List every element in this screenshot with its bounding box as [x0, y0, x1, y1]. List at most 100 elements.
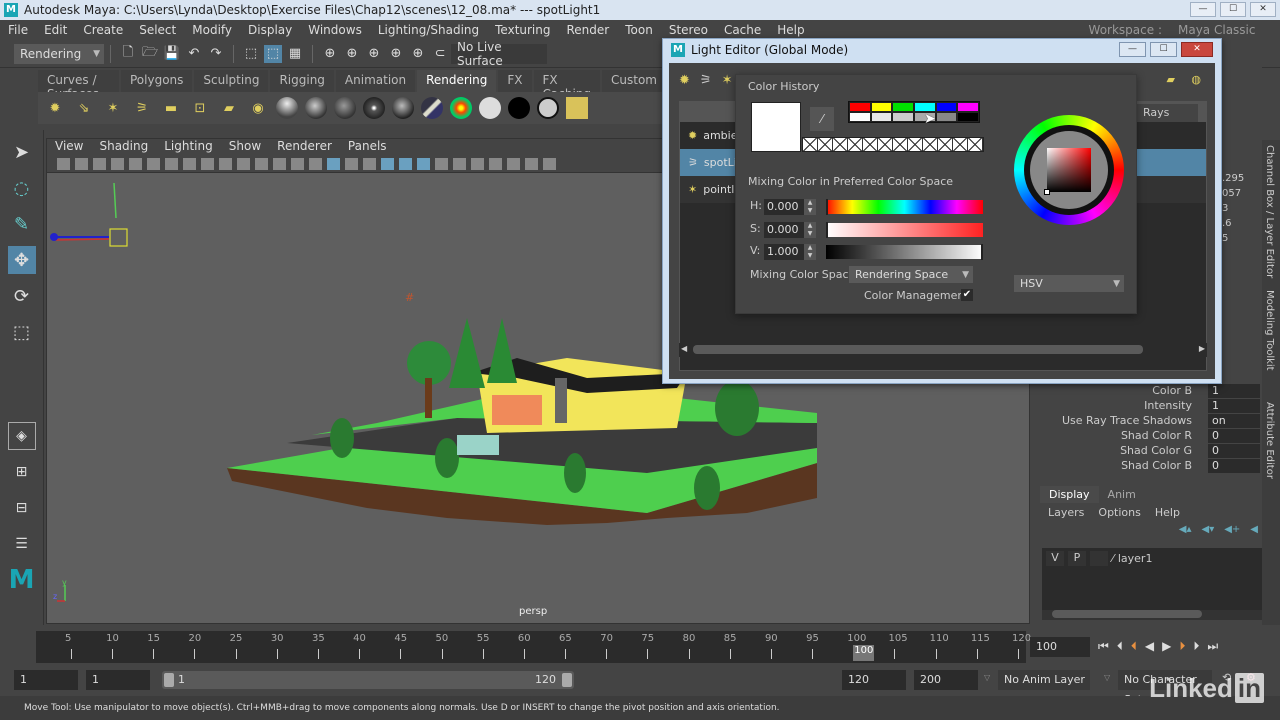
layer-scrollbar[interactable]	[1042, 610, 1262, 620]
single-perspective-layout-icon[interactable]: ◈	[7, 422, 36, 450]
v-spinner[interactable]: ▲ ▼	[804, 244, 816, 260]
v-slider-handle[interactable]	[981, 244, 983, 260]
channel-value[interactable]: 3	[1222, 203, 1262, 218]
time-slider[interactable]: 5 10 15 20 25 30 35 40 45 50 55 60 65 70 75 80 85 90 95 100…	[0, 627, 1280, 667]
light-editor-hscrollbar[interactable]: ◀ ▶	[679, 343, 1207, 357]
move-layer-up-icon[interactable]: ◀▴	[1179, 524, 1192, 535]
film-gate-icon[interactable]	[201, 157, 214, 170]
ambient-light-icon[interactable]: ✹	[46, 99, 64, 117]
phonge-sphere-icon[interactable]	[392, 97, 414, 119]
anim-layer-dropdown[interactable]: No Anim Layer	[998, 670, 1090, 690]
history-color-swatch[interactable]	[957, 112, 979, 122]
field-chart-icon[interactable]	[255, 157, 268, 170]
gate-mask-icon[interactable]	[237, 157, 250, 170]
shading-map-icon[interactable]	[537, 97, 559, 119]
empty-slot[interactable]	[893, 138, 908, 151]
minimize-button[interactable]: —	[1190, 2, 1216, 17]
shadows-icon[interactable]	[399, 157, 412, 170]
directional-light-icon[interactable]: ⇘	[75, 99, 93, 117]
layer-tab-display[interactable]: Display	[1040, 486, 1099, 503]
wireframe-on-shaded-icon[interactable]	[345, 157, 358, 170]
attr-value-color-b[interactable]: 1	[1208, 384, 1260, 398]
history-color-swatch[interactable]	[892, 102, 914, 112]
camera-icon[interactable]	[57, 157, 70, 170]
camera-attributes-icon[interactable]	[93, 157, 106, 170]
channel-value[interactable]: 5	[1222, 233, 1262, 248]
layer-playback-toggle[interactable]: P	[1068, 551, 1086, 566]
phong-sphere-icon[interactable]	[363, 97, 385, 119]
layer-row[interactable]: V P ⁄ layer1	[1042, 548, 1262, 569]
new-scene-icon[interactable]: 🗋	[119, 45, 137, 63]
select-hierarchy-icon[interactable]: ⬚	[242, 45, 260, 63]
shelf-tab-fx-caching[interactable]: FX Caching	[533, 70, 601, 101]
empty-slot[interactable]	[908, 138, 923, 151]
h-field[interactable]: 0.000	[764, 199, 804, 215]
layer-display-type-toggle[interactable]	[1090, 551, 1108, 566]
snap-view-plane-icon[interactable]: ⊕	[387, 45, 405, 63]
layer-visibility-toggle[interactable]: V	[1046, 551, 1064, 566]
vp-menu-panels[interactable]: Panels	[340, 139, 395, 155]
saturation-value-square[interactable]	[1047, 148, 1091, 192]
grid-icon[interactable]	[183, 157, 196, 170]
snap-curve-icon[interactable]: ⊕	[343, 45, 361, 63]
light-editor-maximize-button[interactable]: ☐	[1150, 42, 1177, 57]
blinn-sphere-icon[interactable]	[305, 97, 327, 119]
mixing-space-dropdown[interactable]: Rendering Space ▼	[849, 266, 973, 283]
empty-slot[interactable]	[863, 138, 878, 151]
h-slider-handle[interactable]	[826, 199, 828, 215]
light-editor-close-button[interactable]: ✕	[1181, 42, 1213, 57]
2d-pan-zoom-icon[interactable]	[147, 157, 160, 170]
current-frame-field[interactable]: 100	[1030, 637, 1090, 657]
play-backwards-icon[interactable]: ◀	[1145, 639, 1154, 654]
menu-toon[interactable]: Toon	[617, 23, 661, 37]
depth-of-field-icon[interactable]	[471, 157, 484, 170]
playback-end-field[interactable]: 120	[842, 670, 906, 690]
vp-menu-shading[interactable]: Shading	[91, 139, 156, 155]
shelf-tab-rendering[interactable]: Rendering	[417, 70, 497, 92]
lambert-sphere-icon[interactable]	[334, 97, 356, 119]
screen-space-ao-icon[interactable]	[417, 157, 430, 170]
wheel-mode-dropdown[interactable]: HSV ▼	[1014, 275, 1124, 292]
move-tool-icon[interactable]: ✥	[7, 246, 36, 274]
menu-texturing[interactable]: Texturing	[487, 23, 558, 37]
safe-action-icon[interactable]	[273, 157, 286, 170]
tab-attribute-editor[interactable]: Attribute Editor	[1264, 402, 1275, 479]
attr-value-shad-color-g[interactable]: 0	[1208, 444, 1260, 458]
grease-pencil-icon[interactable]	[165, 157, 178, 170]
s-slider[interactable]	[826, 223, 983, 237]
workspace-dropdown[interactable]: Maya Classic	[1170, 23, 1280, 37]
menu-stereo[interactable]: Stereo	[661, 23, 716, 37]
empty-slot[interactable]	[923, 138, 938, 151]
layer-menu-options[interactable]: Options	[1098, 506, 1140, 519]
scrollbar-thumb[interactable]	[693, 345, 1143, 354]
scroll-left-icon[interactable]: ◀	[681, 344, 687, 353]
range-start-handle[interactable]	[164, 673, 174, 687]
create-spot-light-icon[interactable]: ⚞	[700, 73, 712, 88]
textured-icon[interactable]	[363, 157, 376, 170]
camera-aim-icon[interactable]: ▰	[220, 99, 238, 117]
menu-render[interactable]: Render	[559, 23, 618, 37]
select-object-icon[interactable]: ⬚	[264, 44, 282, 63]
light-editor-titlebar[interactable]: M Light Editor (Global Mode) — ☐ ✕	[663, 39, 1221, 61]
motion-blur-icon[interactable]	[435, 157, 448, 170]
scrollbar-thumb[interactable]	[1052, 610, 1202, 618]
menu-modify[interactable]: Modify	[184, 23, 240, 37]
use-all-lights-icon[interactable]	[381, 157, 394, 170]
new-layer-selected-icon[interactable]: ◀+	[1224, 524, 1240, 535]
render-settings-icon[interactable]	[566, 97, 588, 119]
close-button[interactable]: ✕	[1250, 2, 1276, 17]
sv-picker-handle[interactable]	[1044, 189, 1050, 195]
chevron-down-icon[interactable]: ▽	[1104, 673, 1110, 682]
menu-edit[interactable]: Edit	[36, 23, 75, 37]
layer-name[interactable]: layer1	[1118, 552, 1153, 565]
attr-value-shad-color-b[interactable]: 0	[1208, 459, 1260, 473]
history-color-swatch[interactable]	[935, 102, 958, 112]
history-color-swatch[interactable]	[935, 112, 958, 122]
rotate-tool-icon[interactable]: ⟳	[8, 282, 36, 310]
column-header-rays[interactable]: Rays	[1136, 104, 1198, 122]
vp-menu-renderer[interactable]: Renderer	[269, 139, 340, 155]
point-light-icon[interactable]: ✶	[104, 99, 122, 117]
empty-slot[interactable]	[818, 138, 833, 151]
lasso-tool-icon[interactable]: ◌	[8, 174, 36, 202]
step-back-key-icon[interactable]: ⏴	[1131, 639, 1137, 654]
